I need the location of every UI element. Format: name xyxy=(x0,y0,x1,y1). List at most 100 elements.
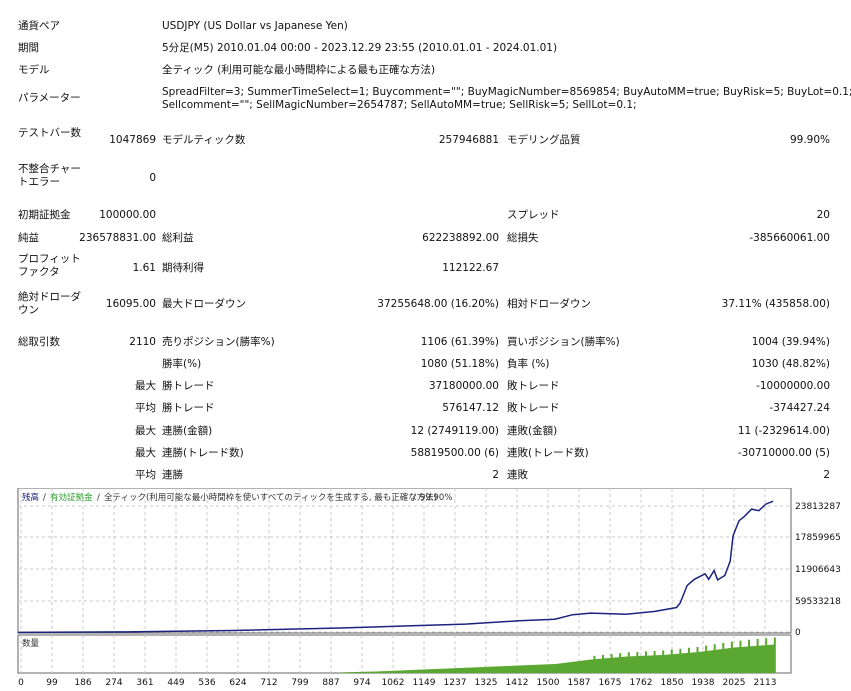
symbol-label: 通貨ペア xyxy=(18,20,60,32)
legend-balance: 残高 xyxy=(22,492,39,503)
x-tick-label: 1500 xyxy=(537,678,560,688)
loss-pct-label: 負率 (%) xyxy=(507,358,550,370)
max-consec-win-amt-label: 連勝(金額) xyxy=(162,425,213,437)
legend-separator-3: / xyxy=(413,493,416,503)
x-tick-label: 1149 xyxy=(413,678,436,688)
model-label: モデル xyxy=(18,64,50,76)
deposit-value: 100000.00 xyxy=(99,209,156,221)
loss-pct-value: 1030 (48.82%) xyxy=(751,358,830,370)
x-tick-label: 186 xyxy=(74,678,91,688)
legend-equity: 有効証拠金 xyxy=(50,492,93,503)
x-tick-label: 1762 xyxy=(630,678,653,688)
x-tick-label: 1062 xyxy=(382,678,405,688)
x-tick-label: 99 xyxy=(46,678,58,688)
long-positions-label: 買いポジション(勝率%) xyxy=(507,336,620,348)
x-tick-label: 1587 xyxy=(568,678,591,688)
y-tick-label: 11906643 xyxy=(795,565,841,575)
x-tick-label: 274 xyxy=(105,678,122,688)
average-word: 平均 xyxy=(135,402,156,414)
bars-label: テストバー数 xyxy=(18,127,81,139)
legend-separator-1: / xyxy=(43,493,46,503)
y-tick-label: 23813287 xyxy=(795,502,841,512)
model-quality-value: 99.90% xyxy=(789,134,830,146)
avg-consec-loss-value: 2 xyxy=(823,469,830,481)
gross-loss-value: -385660061.00 xyxy=(749,232,830,244)
total-trades-value: 2110 xyxy=(129,336,156,348)
avg-consec-loss-label: 連敗 xyxy=(507,469,528,481)
max-consec-loss-amt-label: 連敗(金額) xyxy=(507,425,558,437)
x-tick-label: 361 xyxy=(136,678,153,688)
avg-consec-win-label: 連勝 xyxy=(162,469,183,481)
balance-chart: 残高 / 有効証拠金 / 全ティック(利用可能な最小時間枠を使いすべてのティック… xyxy=(0,487,851,688)
x-tick-label: 449 xyxy=(167,678,184,688)
spread-value: 20 xyxy=(816,209,830,221)
model-ticks-label: モデルティック数 xyxy=(162,134,246,146)
net-profit-value: 236578831.00 xyxy=(79,232,156,244)
mismatch-label: 不整合チャートエラー xyxy=(18,163,81,188)
max-drawdown-value: 37255648.00 (16.20%) xyxy=(377,298,499,310)
x-tick-label: 2113 xyxy=(754,678,777,688)
symbol-value: USDJPY (US Dollar vs Japanese Yen) xyxy=(162,20,348,32)
rel-drawdown-label: 相対ドローダウン xyxy=(507,298,591,310)
expected-payoff-value: 112122.67 xyxy=(442,262,499,274)
avg-win-value: 576147.12 xyxy=(442,402,499,414)
long-positions-value: 1004 (39.94%) xyxy=(751,336,830,348)
x-tick-label: 1412 xyxy=(506,678,529,688)
x-tick-label: 2025 xyxy=(723,678,746,688)
mismatch-value: 0 xyxy=(149,172,156,184)
params-label: パラメーター xyxy=(18,92,81,104)
x-tick-label: 799 xyxy=(291,678,308,688)
params-line1: SpreadFilter=3; SummerTimeSelect=1; Buyc… xyxy=(162,86,851,98)
win-pct-value: 1080 (51.18%) xyxy=(420,358,499,370)
max-consec-profit-value: 58819500.00 (6) xyxy=(410,447,499,459)
avg-win-label: 勝トレード xyxy=(162,402,215,414)
max-consec-loss-label: 連敗(トレード数) xyxy=(507,447,589,459)
period-value: 5分足(M5) 2010.01.04 00:00 - 2023.12.29 23… xyxy=(162,42,558,54)
legend-separator-2: / xyxy=(97,493,100,503)
volume-label: 数量 xyxy=(22,638,40,649)
y-tick-label: 59533218 xyxy=(795,597,841,607)
legend-model: 全ティック(利用可能な最小時間枠を使いすべてのティックを生成する, 最も正確な方… xyxy=(104,492,437,503)
y-tick-label: 17859965 xyxy=(795,533,841,543)
abs-drawdown-label: 絶対ドローダウン xyxy=(18,291,81,316)
avg-loss-label: 敗トレード xyxy=(507,402,560,414)
profit-factor-label: プロフィットファクタ xyxy=(18,253,81,278)
gross-loss-label: 総損失 xyxy=(507,232,539,244)
period-label: 期間 xyxy=(18,42,39,54)
volume-bar xyxy=(773,637,776,673)
largest-loss-value: -10000000.00 xyxy=(756,380,830,392)
expected-payoff-label: 期待利得 xyxy=(162,262,204,274)
max-consec-amt-word: 最大 xyxy=(135,425,156,437)
rel-drawdown-value: 37.11% (435858.00) xyxy=(721,298,830,310)
chart-legend: 残高 / 有効証拠金 / 全ティック(利用可能な最小時間枠を使いすべてのティック… xyxy=(22,492,452,503)
largest-word: 最大 xyxy=(135,380,156,392)
x-tick-label: 887 xyxy=(322,678,339,688)
x-tick-label: 624 xyxy=(229,678,246,688)
win-pct-label: 勝率(%) xyxy=(162,358,202,370)
avg-consec-win-value: 2 xyxy=(492,469,499,481)
short-positions-value: 1106 (61.39%) xyxy=(420,336,499,348)
x-tick-label: 974 xyxy=(353,678,370,688)
short-positions-label: 売りポジション(勝率%) xyxy=(162,336,275,348)
x-tick-label: 1675 xyxy=(599,678,622,688)
balance-chart-svg: 残高 / 有効証拠金 / 全ティック(利用可能な最小時間枠を使いすべてのティック… xyxy=(17,487,841,688)
avg-loss-value: -374427.24 xyxy=(769,402,830,414)
gross-profit-value: 622238892.00 xyxy=(422,232,499,244)
max-consec-win-amt-value: 12 (2749119.00) xyxy=(410,425,499,437)
x-tick-label: 1850 xyxy=(661,678,684,688)
largest-win-value: 37180000.00 xyxy=(428,380,499,392)
abs-drawdown-value: 16095.00 xyxy=(105,298,156,310)
avg-consec-word: 平均 xyxy=(135,469,156,481)
params-line2: Sellcomment=""; SellMagicNumber=2654787;… xyxy=(162,99,637,111)
max-consec-loss-value: -30710000.00 (5) xyxy=(737,447,830,459)
x-axis-ticks: 0 99 186 274 361 449 536 624 712 799 887 974 1062 114… xyxy=(18,678,776,688)
max-consec-profit-label: 連勝(トレード数) xyxy=(162,447,244,459)
max-drawdown-label: 最大ドローダウン xyxy=(162,298,246,310)
x-tick-label: 712 xyxy=(260,678,277,688)
y-tick-label: 0 xyxy=(795,628,801,638)
x-tick-label: 0 xyxy=(18,678,24,688)
legend-quality: 99.90% xyxy=(420,493,452,503)
bars-value: 1047869 xyxy=(109,134,156,146)
model-quality-label: モデリング品質 xyxy=(507,134,581,146)
x-tick-label: 536 xyxy=(198,678,215,688)
